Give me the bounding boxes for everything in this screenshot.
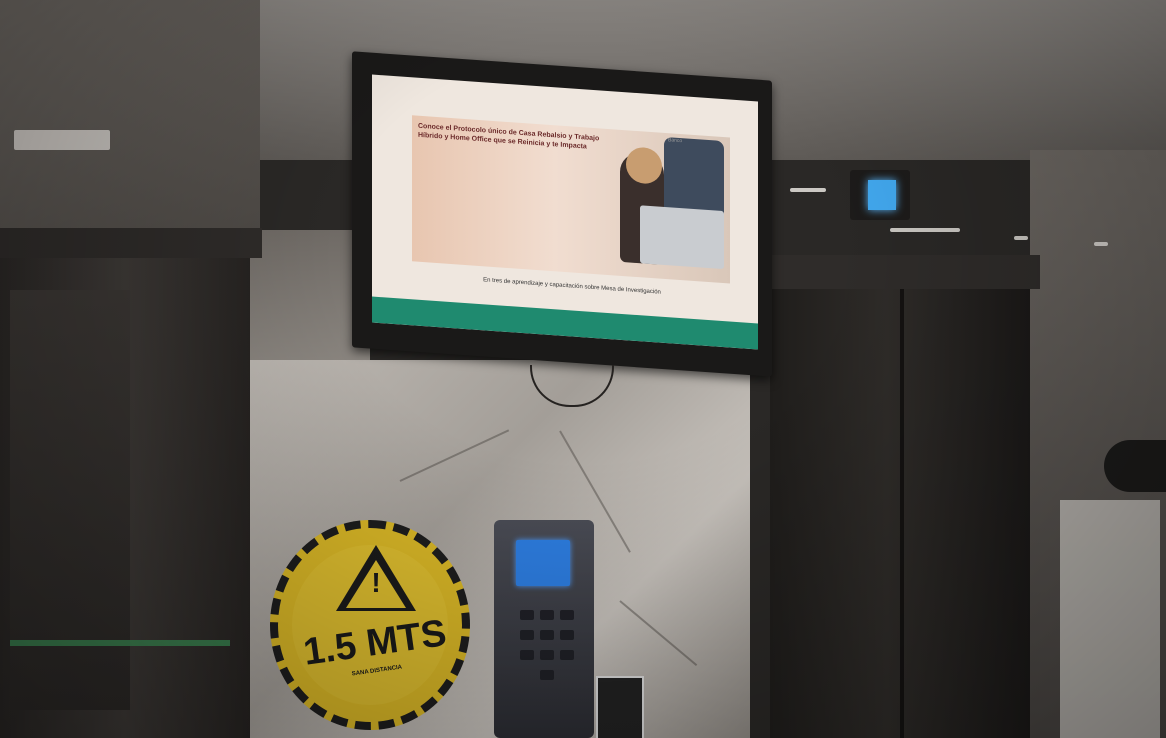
upper-left-wall (0, 0, 260, 250)
keypad-key[interactable] (520, 630, 534, 640)
floor-indicator-light (868, 180, 896, 210)
door-seam (900, 289, 904, 738)
wall-notice (1060, 500, 1160, 738)
ceiling-light (1014, 236, 1028, 240)
reader-display (516, 540, 570, 586)
keypad-key[interactable] (560, 630, 574, 640)
keypad-key[interactable] (560, 610, 574, 620)
elevator-lobby-photo: Conoce el Protocolo único de Casa Rebals… (0, 0, 1166, 738)
keypad-key[interactable] (540, 650, 554, 660)
ceiling-light (790, 188, 826, 192)
keypad-key[interactable] (540, 670, 554, 680)
door-light-strip (10, 640, 230, 646)
ad-logo: Banco (668, 137, 683, 145)
left-door-lintel (0, 228, 262, 258)
left-door-panel (10, 290, 130, 710)
keypad-key[interactable] (540, 630, 554, 640)
keypad-key[interactable] (560, 650, 574, 660)
tv-screen: Conoce el Protocolo único de Casa Rebals… (372, 74, 758, 350)
laptop-icon (640, 205, 724, 270)
keypad-key[interactable] (520, 650, 534, 660)
wall-light-fixture (14, 130, 110, 150)
card-holder (596, 676, 644, 738)
ceiling-light (890, 228, 960, 232)
security-camera-icon (1104, 440, 1166, 492)
keypad-key[interactable] (540, 610, 554, 620)
keypad-key[interactable] (520, 610, 534, 620)
exclamation-icon: ! (371, 567, 381, 598)
ceiling-light (1094, 242, 1108, 246)
right-door-lintel (770, 255, 1040, 289)
